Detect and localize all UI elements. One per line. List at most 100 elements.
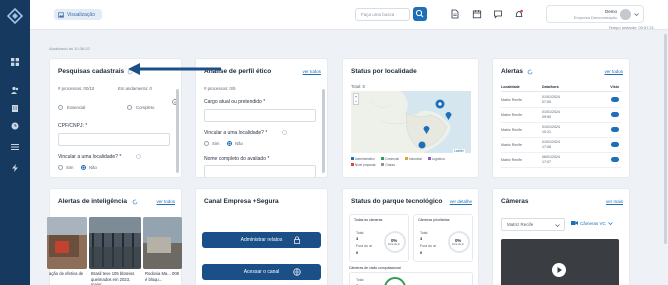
search-button[interactable] [413, 7, 427, 21]
visto-toggle[interactable] [611, 112, 619, 117]
table-row[interactable]: Matriz Recife 01/01/2024 10:21 [501, 124, 621, 138]
clock-icon[interactable] [11, 122, 19, 130]
total-label: Total [356, 278, 364, 282]
bell-icon[interactable] [514, 9, 524, 19]
document-icon[interactable] [450, 9, 460, 19]
news-text[interactable]: Rodovia Ma... 008 é bloqu... [145, 271, 182, 282]
app-logo-icon[interactable] [7, 8, 23, 24]
cameras-ver-mais-link[interactable]: ver mais [606, 199, 623, 204]
map[interactable]: + − [351, 91, 471, 153]
alertas-ver-todos-link[interactable]: ver todos [604, 69, 623, 74]
dashboard-icon[interactable] [11, 58, 19, 66]
visualizacao-button[interactable]: Visualização [54, 9, 102, 20]
sim-radio[interactable] [58, 165, 63, 170]
visto-toggle[interactable] [611, 142, 619, 147]
essencial-radio[interactable] [58, 105, 63, 110]
news-thumbnail[interactable] [143, 217, 182, 269]
cameras-vc-tab[interactable]: Câmeras VC [571, 220, 613, 226]
refresh-icon[interactable] [527, 69, 533, 75]
acessar-canal-button[interactable]: Acessar o canal [202, 264, 321, 280]
calendar-icon[interactable] [472, 9, 482, 19]
table-row[interactable]: Matriz Recife 01/01/2024 17:06 [501, 139, 621, 153]
map-pin-icon[interactable] [418, 141, 426, 149]
image-icon [58, 11, 64, 18]
row-datetime: 01/01/2024 10:21 [542, 125, 560, 134]
scrollbar[interactable] [322, 89, 325, 173]
pesquisas-title: Pesquisas cadastrais [58, 68, 125, 75]
news-thumbnail[interactable] [89, 217, 141, 269]
cargo-input[interactable] [204, 109, 316, 122]
visto-toggle[interactable] [611, 97, 619, 102]
gauge-sub: Fora do ar [388, 243, 400, 246]
status-total: Total: 8 [351, 84, 365, 89]
table-row[interactable]: Matriz Recife 01/01/2024 09:50 [501, 109, 621, 123]
analise-nao-radio[interactable] [227, 141, 232, 146]
pesquisas-processos: # processos: 00/10 [58, 86, 95, 91]
user-company: Empresa Demonstração [573, 15, 617, 20]
refresh-icon[interactable] [132, 199, 138, 205]
parque-ver-detalhe-link[interactable]: ver detalhe [450, 199, 472, 204]
status-localidade-card: Status por localidade Total: 8 + − Leafle… [342, 58, 479, 178]
news-image [89, 217, 141, 269]
lightning-icon[interactable] [11, 164, 19, 172]
visao-computacional-label: Câmeras de visão computacional [349, 266, 401, 270]
user-menu[interactable]: Demo Empresa Demonstração [546, 5, 644, 23]
administrar-relatos-button[interactable]: Administrar relatos [202, 232, 321, 248]
play-icon [557, 267, 562, 273]
map-pin-icon[interactable] [435, 99, 445, 109]
analise-ver-todos-link[interactable]: ver todos [302, 69, 321, 74]
scrollbar[interactable] [176, 89, 179, 173]
gauge-sub: Fora do ar [452, 243, 464, 246]
avatar [620, 9, 631, 20]
camera-icon [571, 221, 578, 225]
inteligencia-title: Alertas de inteligência [58, 198, 127, 205]
fora-ar-value: 0 [356, 250, 359, 255]
analise-sim-radio[interactable] [204, 141, 209, 146]
total-label: Total [356, 231, 364, 235]
map-attribution[interactable]: Leaflet [453, 149, 465, 153]
total-value: 3 [356, 236, 359, 241]
visto-toggle[interactable] [611, 127, 619, 132]
legend-item: Industrial [405, 157, 422, 161]
inteligencia-ver-todos-link[interactable]: ver todos [156, 199, 175, 204]
row-datetime: 01/01/2024 07:00 [542, 95, 560, 104]
localidade-select[interactable]: Matriz Recife [501, 218, 565, 231]
legend-item: Outras [381, 163, 395, 167]
news-text[interactable]: ação de efetiva de [49, 271, 87, 277]
nome-input[interactable] [204, 165, 316, 177]
map-pin-icon[interactable] [445, 111, 452, 120]
table-row[interactable]: Matriz Recife 06/01/2024 17:07 [501, 154, 621, 168]
camera-video-player[interactable] [501, 239, 619, 285]
people-icon[interactable] [11, 86, 19, 94]
chat-icon[interactable] [493, 9, 503, 19]
news-text[interactable]: Brasil teve 105 bloteios queimados em 20… [91, 271, 141, 285]
tempo-restante: Tempo restante: 00:57:21 [608, 25, 654, 30]
help-icon[interactable] [136, 154, 141, 159]
play-button[interactable] [552, 263, 566, 277]
cpf-input[interactable] [58, 133, 170, 146]
list-icon[interactable] [11, 143, 19, 151]
map-legend: Administrativo Comercial Industrial Logí… [351, 157, 473, 167]
cameras-prioritarias-panel: Câmeras prioritárias Total 3 Fora do ar … [413, 214, 473, 262]
col-data: Data/hora [542, 85, 559, 89]
fora-ar-label: Fora do ar [420, 244, 437, 248]
page-scrollbar[interactable] [664, 34, 667, 244]
building-icon[interactable] [11, 104, 19, 112]
map-pin-icon[interactable] [423, 125, 430, 134]
search-icon [415, 9, 424, 18]
topbar: Visualização Faça uma busca Demo Empresa… [30, 0, 668, 30]
row-local: Matriz Recife [501, 158, 522, 162]
nao-radio[interactable] [81, 165, 86, 170]
completo-radio[interactable] [127, 105, 132, 110]
zoom-controls[interactable]: + − [353, 93, 359, 105]
visto-toggle[interactable] [611, 157, 619, 162]
nome-label: Nome completo do avaliado * [204, 156, 270, 162]
pesquisas-em-andamento: Em andamento: 0 [118, 86, 152, 91]
chevron-down-icon [634, 13, 639, 16]
legend-item: Logística [427, 157, 444, 161]
total-value: 3 [420, 236, 423, 241]
help-icon[interactable] [282, 130, 287, 135]
search-input[interactable]: Faça uma busca [355, 8, 410, 21]
news-thumbnail[interactable] [47, 217, 87, 269]
table-row[interactable]: Matriz Recife 01/01/2024 07:00 [501, 94, 621, 108]
